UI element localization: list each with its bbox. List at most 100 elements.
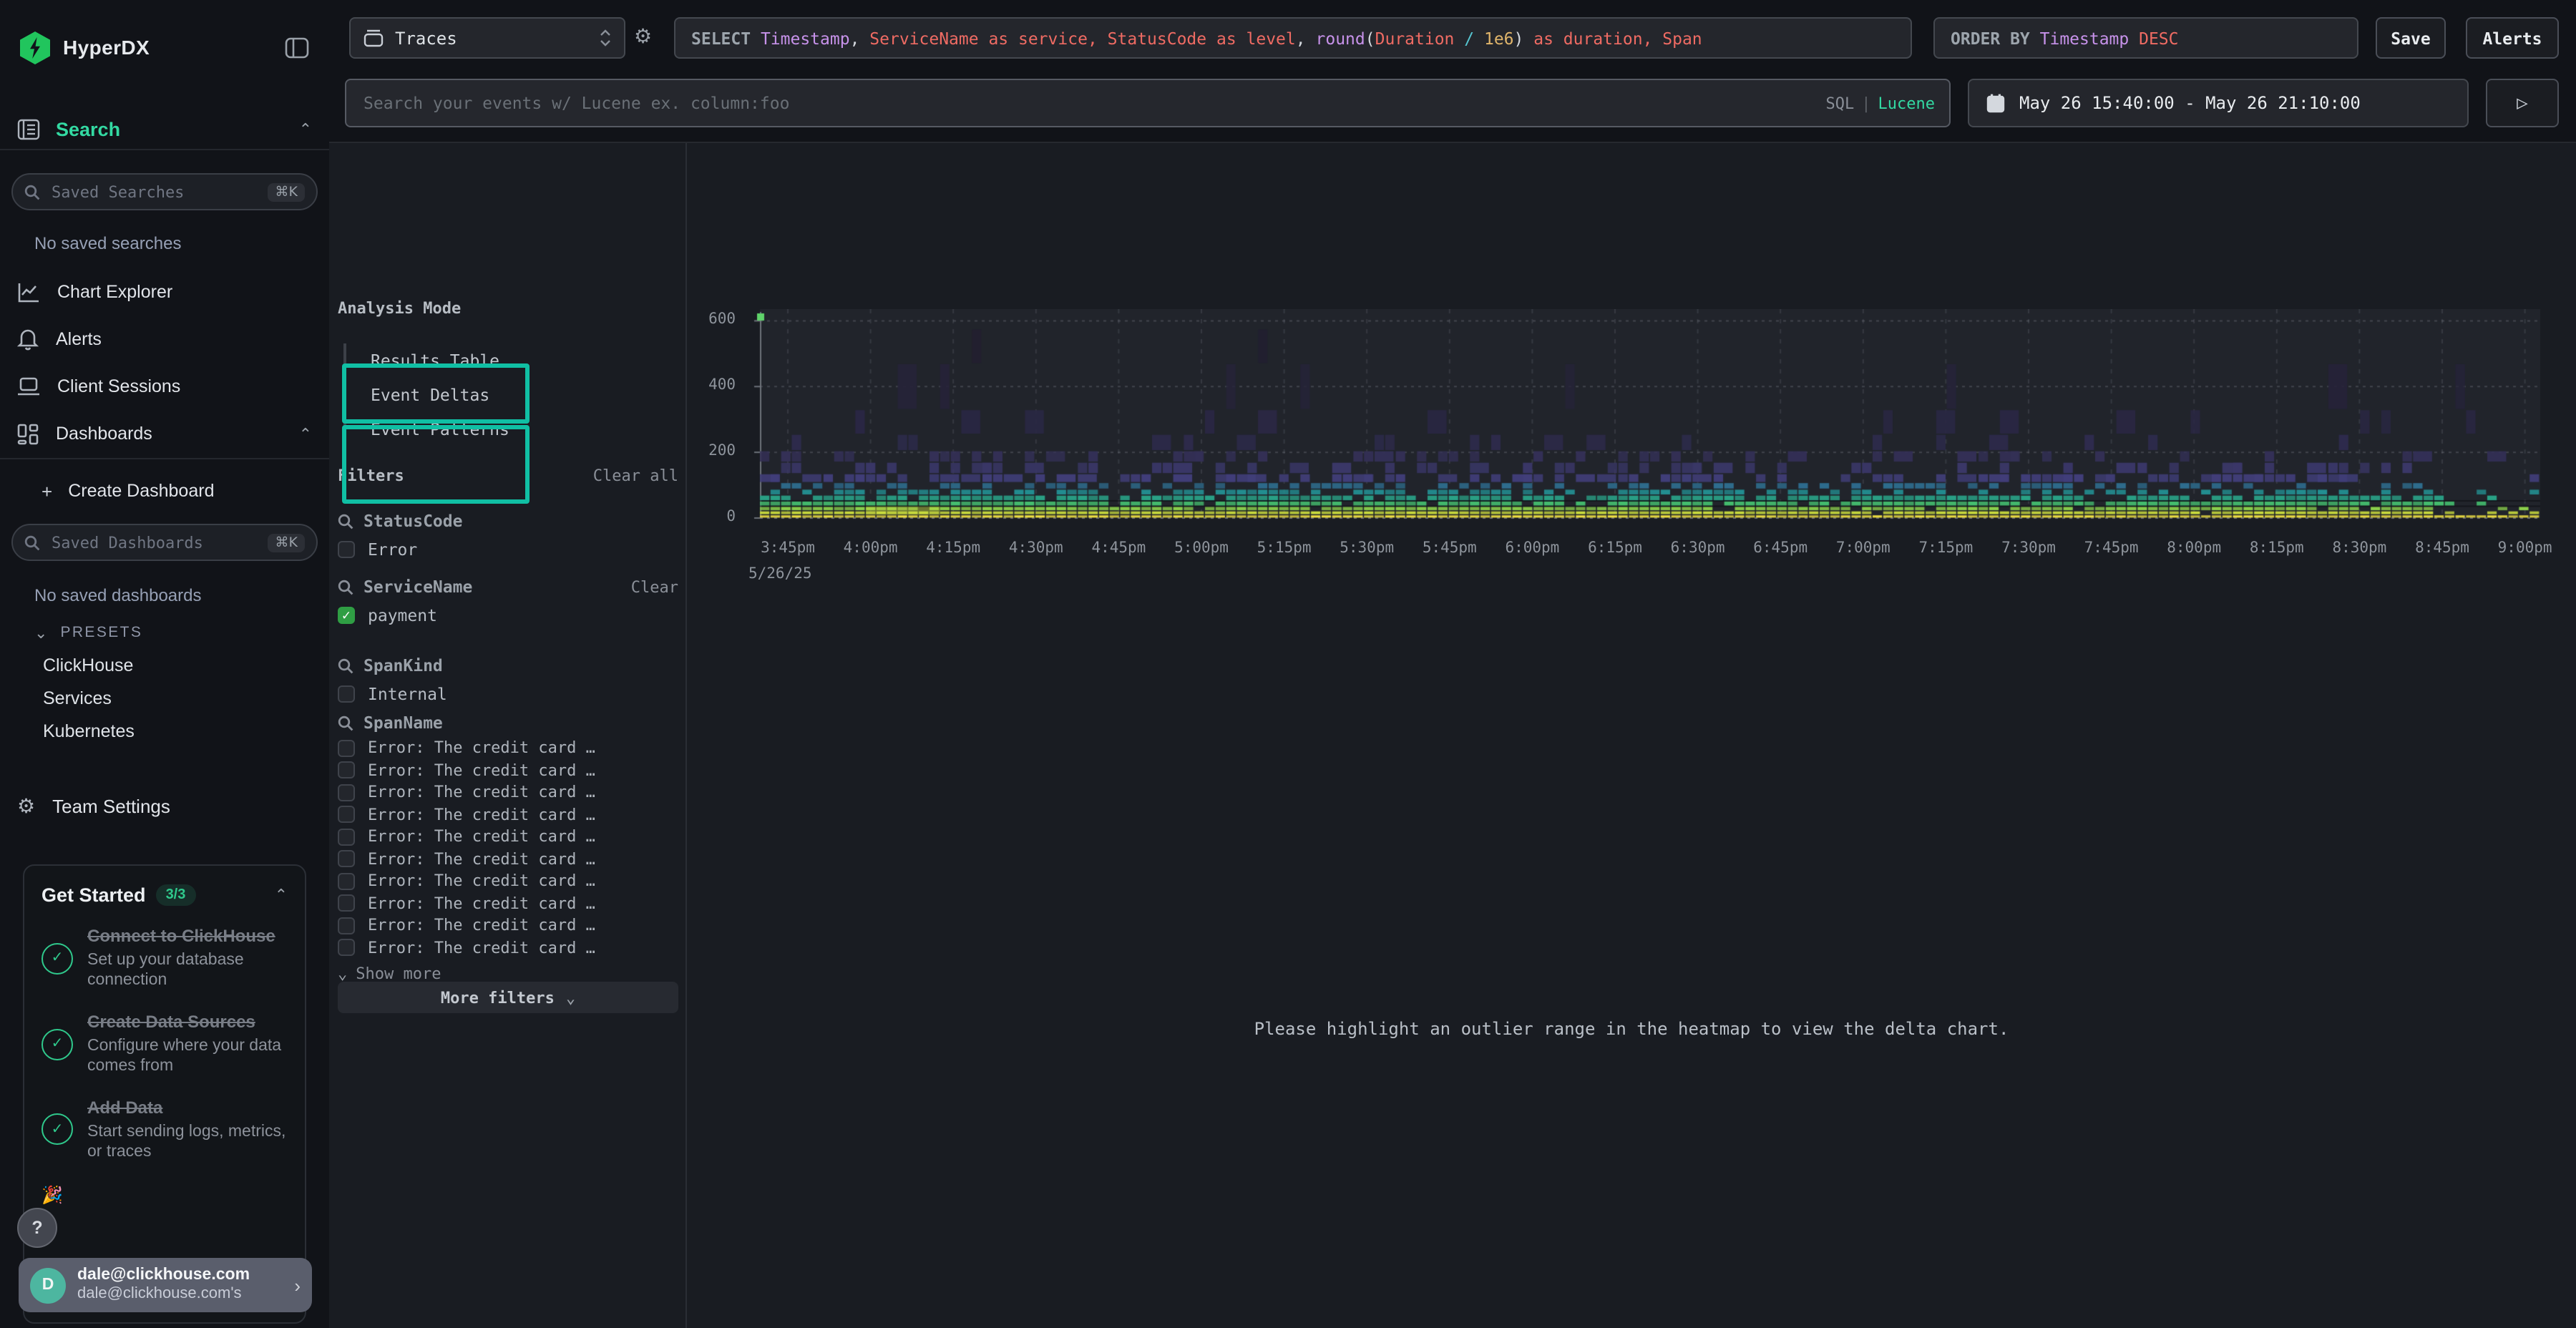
- sql-orderby-editor[interactable]: ORDER BY Timestamp DESC: [1933, 17, 2358, 59]
- filter-option[interactable]: Error: The credit card …: [338, 737, 678, 759]
- filter-option[interactable]: Error: The credit card …: [338, 781, 678, 804]
- sidebar-item-dashboards[interactable]: Dashboards ⌃: [0, 418, 329, 449]
- x-axis-tick-label: 9:00pm: [2479, 540, 2571, 557]
- more-filters-button[interactable]: More filters ⌄: [338, 982, 678, 1013]
- filter-option-label: Error: The credit card …: [368, 739, 595, 758]
- checkbox-unchecked[interactable]: [338, 917, 355, 934]
- app-title: HyperDX: [63, 36, 150, 59]
- checkbox-unchecked[interactable]: [338, 685, 355, 703]
- saved-dashboards-field[interactable]: [49, 532, 268, 553]
- chevron-down-icon: ⌄: [566, 988, 575, 1007]
- saved-searches-field[interactable]: [49, 181, 268, 202]
- chevron-up-icon[interactable]: ⌃: [299, 119, 312, 138]
- clear-filter-link[interactable]: Clear: [631, 577, 678, 596]
- get-started-item-title: Connect to ClickHouse: [87, 926, 288, 947]
- sidebar-item-alerts[interactable]: Alerts: [0, 323, 329, 355]
- sidebar-item-client-sessions[interactable]: Client Sessions: [0, 371, 329, 402]
- alerts-button[interactable]: Alerts: [2466, 17, 2559, 59]
- checkbox-unchecked[interactable]: [338, 851, 355, 868]
- x-axis-tick-label: 7:15pm: [1900, 540, 1991, 557]
- get-started-item[interactable]: ✓Add DataStart sending logs, metrics, or…: [42, 1097, 288, 1163]
- sidebar-item-chart-explorer[interactable]: Chart Explorer: [0, 276, 329, 308]
- sql-token: SELECT: [691, 28, 761, 48]
- preset-item-kubernetes[interactable]: Kubernetes: [43, 721, 135, 741]
- get-started-item-subtitle: Configure where your data comes from: [87, 1036, 288, 1078]
- mode-sql-toggle[interactable]: SQL: [1826, 94, 1855, 112]
- filter-option-label: payment: [368, 605, 437, 625]
- checkbox-unchecked[interactable]: [338, 541, 355, 558]
- y-axis-tick-label: 200: [687, 442, 736, 459]
- presets-toggle[interactable]: ⌄ PRESETS: [0, 622, 329, 643]
- get-started-item[interactable]: ✓Create Data SourcesConfigure where your…: [42, 1012, 288, 1078]
- source-selector[interactable]: Traces: [349, 17, 625, 59]
- checkbox-unchecked[interactable]: [338, 829, 355, 846]
- checkbox-checked[interactable]: ✓: [338, 607, 355, 624]
- sidebar-collapse-icon[interactable]: [285, 36, 309, 58]
- divider: [0, 149, 329, 150]
- filter-option-label: Error: The credit card …: [368, 806, 595, 824]
- sql-token: ,: [1088, 28, 1108, 48]
- x-axis-tick-label: 5:00pm: [1156, 540, 1247, 557]
- run-query-button[interactable]: ▷: [2486, 79, 2559, 127]
- checkbox-unchecked[interactable]: [338, 740, 355, 757]
- checkbox-unchecked[interactable]: [338, 762, 355, 779]
- no-saved-dashboards-text: No saved dashboards: [0, 585, 329, 605]
- filter-option[interactable]: Error: The credit card …: [338, 804, 678, 826]
- search-bar[interactable]: SQL | Lucene: [345, 79, 1951, 127]
- x-axis-tick-label: 4:30pm: [990, 540, 1082, 557]
- preset-item-clickhouse[interactable]: ClickHouse: [43, 655, 133, 675]
- get-started-item[interactable]: ✓Connect to ClickHouseSet up your databa…: [42, 926, 288, 992]
- filter-option[interactable]: ✓ payment: [338, 601, 678, 630]
- filter-option[interactable]: Error: The credit card …: [338, 870, 678, 892]
- clear-all-link[interactable]: Clear all: [593, 467, 678, 485]
- sql-select-editor[interactable]: SELECT Timestamp, ServiceName as service…: [674, 17, 1912, 59]
- filter-option[interactable]: Error: The credit card …: [338, 759, 678, 781]
- divider: [0, 458, 329, 459]
- get-started-item-title: Add Data: [87, 1097, 288, 1118]
- saved-dashboards-input[interactable]: ⌘K: [11, 524, 318, 561]
- x-axis-date-label: 5/26/25: [748, 565, 812, 582]
- checkbox-unchecked[interactable]: [338, 895, 355, 912]
- duration-heatmap[interactable]: [743, 309, 2540, 524]
- chevron-up-icon[interactable]: ⌃: [299, 424, 312, 443]
- preset-item-services[interactable]: Services: [43, 688, 112, 708]
- filter-option[interactable]: Error: The credit card …: [338, 892, 678, 914]
- filter-option-label: Error: The credit card …: [368, 939, 595, 957]
- calendar-icon: [1986, 93, 2005, 113]
- filter-option-label: Error: The credit card …: [368, 761, 595, 780]
- sql-token: /: [1454, 28, 1484, 48]
- filter-option[interactable]: Error: The credit card …: [338, 914, 678, 937]
- checkbox-unchecked[interactable]: [338, 784, 355, 801]
- analysis-mode-title: Analysis Mode: [338, 299, 461, 318]
- user-menu[interactable]: D dale@clickhouse.com dale@clickhouse.co…: [19, 1258, 312, 1312]
- show-more-label: Show more: [356, 964, 441, 982]
- search-input[interactable]: [361, 92, 1826, 114]
- x-axis-tick-label: 6:15pm: [1569, 540, 1661, 557]
- filter-group-name: SpanKind: [364, 655, 443, 675]
- chevron-down-icon: ⌄: [34, 623, 47, 642]
- check-circle-icon: ✓: [42, 1028, 73, 1060]
- search-icon: [338, 715, 353, 731]
- x-axis-tick-label: 6:30pm: [1652, 540, 1744, 557]
- time-range-picker[interactable]: May 26 15:40:00 - May 26 21:10:00: [1968, 79, 2469, 127]
- saved-searches-input[interactable]: ⌘K: [11, 173, 318, 210]
- filter-option[interactable]: Error: [338, 535, 678, 564]
- checkbox-unchecked[interactable]: [338, 806, 355, 824]
- source-settings-gear-icon[interactable]: ⚙: [634, 26, 652, 46]
- chevron-up-icon[interactable]: ⌃: [275, 886, 288, 904]
- create-dashboard-button[interactable]: + Create Dashboard: [0, 478, 329, 504]
- y-axis-tick-label: 600: [687, 311, 736, 328]
- filter-option[interactable]: Error: The credit card …: [338, 848, 678, 870]
- sidebar-item-team-settings[interactable]: ⚙ Team Settings: [0, 790, 329, 821]
- get-started-title: Get Started: [42, 884, 146, 906]
- plus-icon: +: [42, 480, 52, 502]
- filter-option[interactable]: Error: The credit card …: [338, 937, 678, 959]
- save-button[interactable]: Save: [2376, 17, 2446, 59]
- checkbox-unchecked[interactable]: [338, 939, 355, 957]
- checkbox-unchecked[interactable]: [338, 873, 355, 890]
- empty-state-message: Please highlight an outlier range in the…: [687, 1019, 2576, 1039]
- help-button[interactable]: ?: [17, 1208, 57, 1248]
- filter-option[interactable]: Error: The credit card …: [338, 826, 678, 848]
- mode-lucene-toggle[interactable]: Lucene: [1878, 94, 1936, 112]
- sidebar-item-search[interactable]: Search: [56, 118, 120, 140]
